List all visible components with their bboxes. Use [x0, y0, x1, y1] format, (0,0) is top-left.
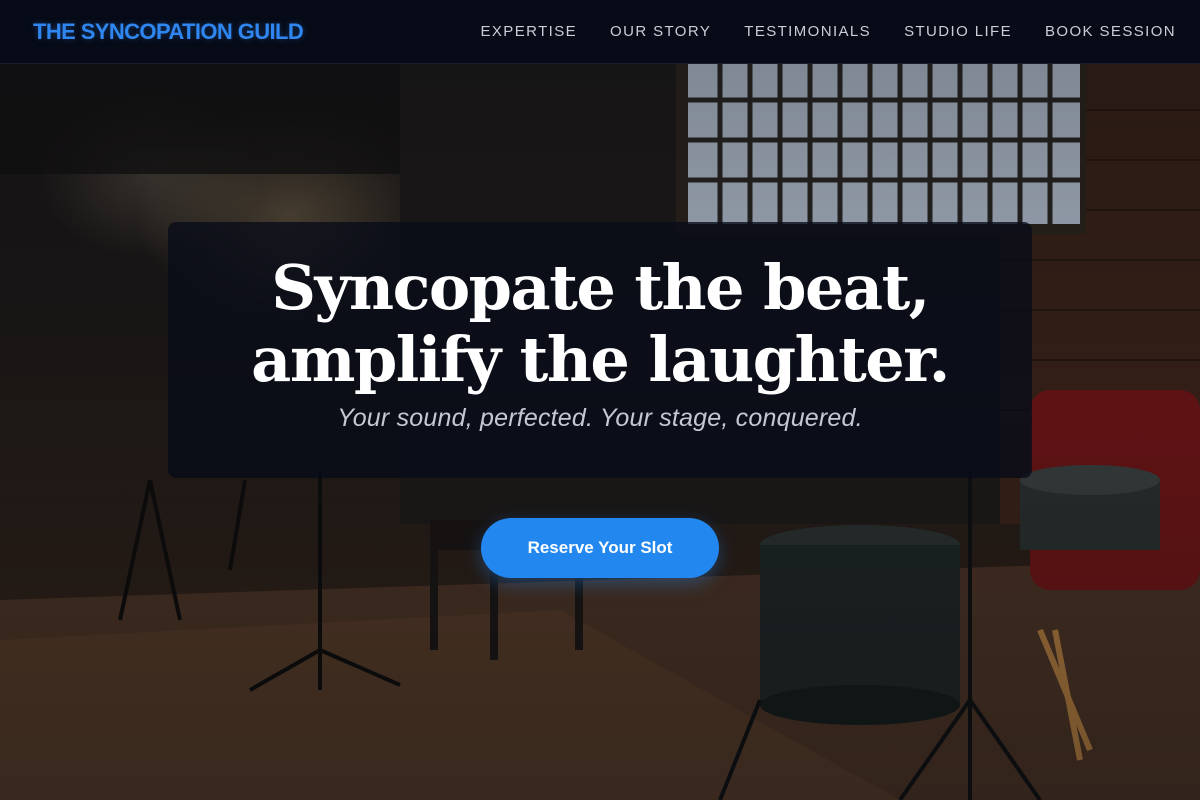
nav-item-testimonials: TESTIMONIALS	[744, 23, 871, 41]
nav-link-our-story[interactable]: OUR STORY	[610, 23, 711, 40]
nav-link-testimonials[interactable]: TESTIMONIALS	[744, 23, 871, 40]
nav-link-expertise[interactable]: EXPERTISE	[480, 23, 577, 40]
nav-item-our-story: OUR STORY	[610, 23, 711, 41]
hero-card: Syncopate the beat, amplify the laughter…	[168, 222, 1032, 478]
nav-link-studio-life[interactable]: STUDIO LIFE	[904, 23, 1012, 40]
nav-link-book-session[interactable]: BOOK SESSION	[1045, 23, 1176, 40]
nav-item-studio-life: STUDIO LIFE	[904, 23, 1012, 41]
brand-logo[interactable]: THE SYNCOPATION GUILD	[33, 19, 304, 45]
reserve-slot-button[interactable]: Reserve Your Slot	[481, 518, 719, 578]
hero-title-line-2: amplify the laughter.	[251, 323, 950, 396]
hero-subtitle: Your sound, perfected. Your stage, conqu…	[337, 404, 863, 432]
nav-item-expertise: EXPERTISE	[480, 23, 577, 41]
top-navbar: THE SYNCOPATION GUILD EXPERTISE OUR STOR…	[0, 0, 1200, 64]
nav-menu: EXPERTISE OUR STORY TESTIMONIALS STUDIO …	[480, 23, 1176, 41]
hero-title: Syncopate the beat, amplify the laughter…	[168, 252, 1032, 396]
hero-title-line-1: Syncopate the beat,	[271, 251, 930, 324]
page: THE SYNCOPATION GUILD EXPERTISE OUR STOR…	[0, 0, 1200, 800]
nav-item-book-session: BOOK SESSION	[1045, 23, 1176, 41]
